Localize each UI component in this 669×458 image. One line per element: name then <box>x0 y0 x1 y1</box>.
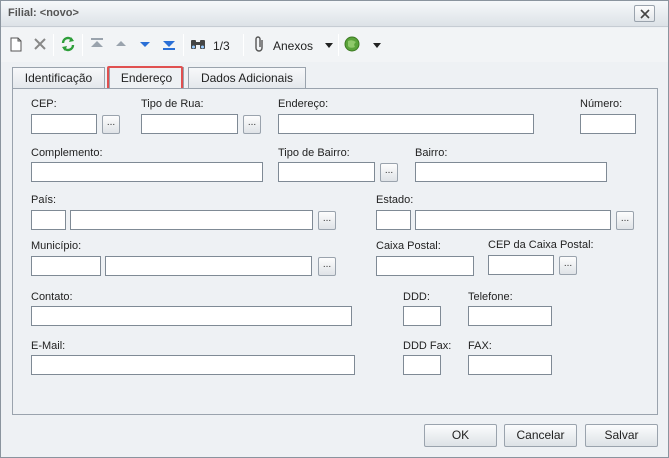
complemento-input[interactable] <box>31 162 263 182</box>
pais-label: País: <box>31 194 57 206</box>
contato-input[interactable] <box>31 306 352 326</box>
cep-caixa-postal-input[interactable] <box>488 255 554 275</box>
arrow-up-icon <box>116 41 126 46</box>
tab-identificacao[interactable]: Identificação <box>12 67 105 89</box>
dialog-window: Filial: <novo> 1/3 Anexos Identificação … <box>0 0 669 458</box>
delete-icon <box>34 38 46 50</box>
arrow-down-icon <box>140 42 150 47</box>
pais-lookup-button[interactable]: ... <box>318 211 336 230</box>
refresh-icon <box>61 36 75 52</box>
web-button[interactable] <box>343 35 361 55</box>
web-dropdown-icon[interactable] <box>373 43 381 48</box>
contato-label: Contato: <box>31 291 73 303</box>
ddd-fax-input[interactable] <box>403 355 441 375</box>
paperclip-icon <box>255 36 263 52</box>
municipio-lookup-button[interactable]: ... <box>318 257 336 276</box>
email-input[interactable] <box>31 355 355 375</box>
fax-input[interactable] <box>468 355 552 375</box>
cep-caixa-postal-lookup-button[interactable]: ... <box>559 256 577 275</box>
estado-label: Estado: <box>376 194 414 206</box>
toolbar-separator <box>243 34 244 56</box>
complemento-label: Complemento: <box>31 147 103 159</box>
window-title: Filial: <novo> <box>8 7 79 19</box>
caixa-postal-label: Caixa Postal: <box>376 240 441 252</box>
tipo-bairro-input[interactable] <box>278 162 375 182</box>
estado-lookup-button[interactable]: ... <box>616 211 634 230</box>
tipo-bairro-label: Tipo de Bairro: <box>278 147 350 159</box>
previous-record-button[interactable] <box>113 35 129 55</box>
municipio-name-input[interactable] <box>105 256 312 276</box>
cep-lookup-button[interactable]: ... <box>102 115 120 134</box>
tipo-bairro-lookup-button[interactable]: ... <box>380 163 398 182</box>
pais-name-input[interactable] <box>70 210 313 230</box>
cancel-button[interactable]: Cancelar <box>504 424 577 447</box>
tipo-rua-label: Tipo de Rua: <box>141 98 204 110</box>
binoculars-icon <box>191 40 205 49</box>
toolbar: 1/3 Anexos <box>1 28 668 62</box>
ok-button[interactable]: OK <box>424 424 497 447</box>
globe-icon <box>344 36 360 52</box>
numero-input[interactable] <box>580 114 636 134</box>
search-button[interactable] <box>189 35 207 55</box>
email-label: E-Mail: <box>31 340 66 352</box>
new-record-button[interactable] <box>9 35 23 55</box>
pais-code-input[interactable] <box>31 210 66 230</box>
cep-label: CEP: <box>31 98 57 110</box>
ddd-input[interactable] <box>403 306 441 326</box>
toolbar-separator <box>82 34 83 56</box>
attachments-label[interactable]: Anexos <box>273 39 313 53</box>
endereco-input[interactable] <box>278 114 534 134</box>
last-record-button[interactable] <box>161 35 177 55</box>
ddd-fax-label: DDD Fax: <box>403 340 452 352</box>
toolbar-separator <box>183 34 184 56</box>
save-button[interactable]: Salvar <box>585 424 658 447</box>
bairro-input[interactable] <box>415 162 607 182</box>
municipio-label: Município: <box>31 240 82 252</box>
tipo-rua-input[interactable] <box>141 114 238 134</box>
telefone-input[interactable] <box>468 306 552 326</box>
numero-label: Número: <box>580 98 623 110</box>
title-bar: Filial: <novo> <box>1 1 668 27</box>
last-record-icon <box>163 41 175 50</box>
estado-name-input[interactable] <box>415 210 611 230</box>
tab-dados-adicionais[interactable]: Dados Adicionais <box>188 67 306 89</box>
fax-label: FAX: <box>468 340 492 352</box>
first-record-button[interactable] <box>89 35 105 55</box>
cep-caixa-postal-label: CEP da Caixa Postal: <box>488 239 594 251</box>
tipo-rua-lookup-button[interactable]: ... <box>243 115 261 134</box>
toolbar-separator <box>338 34 339 56</box>
delete-record-button[interactable] <box>32 35 48 55</box>
caixa-postal-input[interactable] <box>376 256 474 276</box>
attachments-dropdown-icon[interactable] <box>325 43 333 48</box>
close-icon <box>640 9 650 19</box>
new-document-icon <box>10 37 22 52</box>
telefone-label: Telefone: <box>468 291 513 303</box>
endereco-label: Endereço: <box>278 98 329 110</box>
estado-code-input[interactable] <box>376 210 411 230</box>
tab-endereco[interactable]: Endereço <box>109 67 184 90</box>
bairro-label: Bairro: <box>415 147 448 159</box>
ddd-label: DDD: <box>403 291 430 303</box>
record-counter: 1/3 <box>213 39 230 53</box>
next-record-button[interactable] <box>137 35 153 55</box>
cep-input[interactable] <box>31 114 97 134</box>
attachments-button[interactable] <box>252 35 268 55</box>
toolbar-separator <box>53 34 54 56</box>
municipio-code-input[interactable] <box>31 256 101 276</box>
close-button[interactable] <box>634 5 655 22</box>
first-record-icon <box>91 38 103 47</box>
refresh-button[interactable] <box>59 35 77 55</box>
